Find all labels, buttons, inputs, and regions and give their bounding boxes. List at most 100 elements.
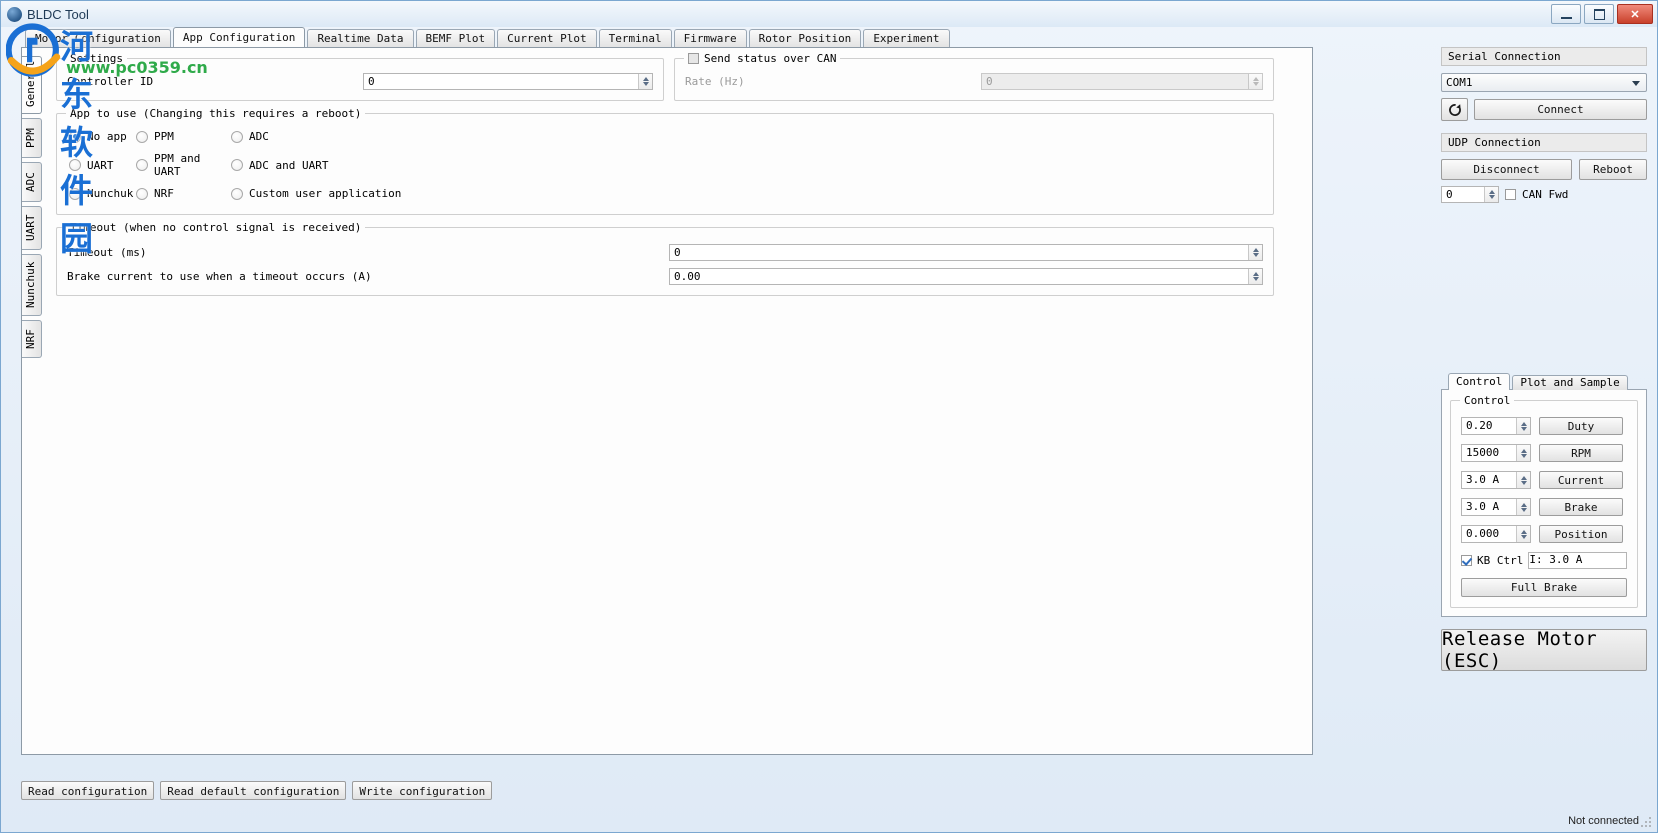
- rpm-spinbox[interactable]: 15000: [1461, 444, 1531, 462]
- radio-adc-and-uart-indicator[interactable]: [231, 159, 243, 171]
- title-bar: BLDC Tool ✕: [1, 1, 1657, 27]
- kb-current-spinbox[interactable]: I: 3.0 A: [1528, 552, 1627, 569]
- current-value[interactable]: 3.0 A: [1462, 472, 1516, 488]
- radio-nrf-indicator[interactable]: [136, 187, 148, 200]
- radio-ppm-and-uart-label: PPM and UART: [154, 152, 201, 178]
- tab-firmware[interactable]: Firmware: [673, 29, 747, 47]
- rpm-button[interactable]: RPM: [1539, 444, 1623, 462]
- radio-adc-and-uart[interactable]: ADC and UART: [231, 159, 328, 172]
- radio-ppm-and-uart-indicator[interactable]: [136, 159, 148, 171]
- timeout-brake-spinbox[interactable]: 0.00: [669, 268, 1263, 285]
- read-default-configuration-button[interactable]: Read default configuration: [160, 781, 347, 800]
- vtab-general[interactable]: General: [22, 56, 42, 114]
- radio-nunchuk[interactable]: Nunchuk: [69, 187, 136, 200]
- duty-value[interactable]: 0.20: [1462, 418, 1516, 434]
- vtab-nunchuk[interactable]: Nunchuk: [22, 254, 42, 316]
- connect-button[interactable]: Connect: [1474, 99, 1647, 120]
- controller-id-spinbox[interactable]: 0: [363, 73, 653, 90]
- kb-current-value[interactable]: I: 3.0 A: [1529, 553, 1582, 568]
- duty-spinbox[interactable]: 0.20: [1461, 417, 1531, 435]
- rpm-arrows[interactable]: [1516, 445, 1530, 461]
- can-title-label: Send status over CAN: [704, 52, 837, 65]
- brake-spinbox[interactable]: 3.0 A: [1461, 498, 1531, 516]
- reboot-button[interactable]: Reboot: [1579, 159, 1647, 180]
- position-value[interactable]: 0.000: [1462, 526, 1516, 542]
- close-button[interactable]: ✕: [1617, 4, 1653, 24]
- tab-realtime-data[interactable]: Realtime Data: [307, 29, 414, 47]
- position-spinbox[interactable]: 0.000: [1461, 525, 1531, 543]
- radio-adc[interactable]: ADC: [231, 130, 269, 143]
- radio-custom-user-application-indicator[interactable]: [231, 187, 243, 200]
- radio-custom-user-application[interactable]: Custom user application: [231, 187, 401, 200]
- udp-id-arrows[interactable]: [1484, 187, 1498, 202]
- radio-ppm-and-uart[interactable]: PPM and UART: [136, 152, 231, 178]
- vtab-uart[interactable]: UART: [22, 206, 42, 250]
- tab-experiment[interactable]: Experiment: [863, 29, 950, 47]
- position-arrows[interactable]: [1516, 526, 1530, 542]
- disconnect-button[interactable]: Disconnect: [1441, 159, 1572, 180]
- radio-ppm[interactable]: PPM: [136, 130, 231, 143]
- timeout-brake-value[interactable]: 0.00: [670, 269, 1248, 284]
- tab-plot-and-sample[interactable]: Plot and Sample: [1512, 375, 1628, 390]
- timeout-ms-arrows[interactable]: [1248, 245, 1262, 260]
- timeout-brake-arrows[interactable]: [1248, 269, 1262, 284]
- tab-motor-configuration[interactable]: Motor Configuration: [25, 29, 171, 47]
- control-group-title: Control: [1460, 394, 1515, 407]
- minimize-button[interactable]: [1551, 4, 1581, 24]
- radio-ppm-indicator[interactable]: [136, 130, 148, 143]
- udp-actions-row: Disconnect Reboot: [1441, 159, 1647, 180]
- tab-app-configuration[interactable]: App Configuration: [172, 27, 306, 47]
- radio-nrf-label: NRF: [154, 187, 174, 200]
- radio-no-app-indicator[interactable]: [69, 130, 81, 143]
- radio-adc-indicator[interactable]: [231, 130, 243, 143]
- tab-terminal[interactable]: Terminal: [598, 29, 672, 47]
- tab-current-plot[interactable]: Current Plot: [497, 29, 597, 47]
- read-configuration-button[interactable]: Read configuration: [21, 781, 155, 800]
- main-tabstrip: Motor Configuration App Configuration Re…: [1, 27, 1657, 47]
- vtab-adc[interactable]: ADC: [22, 162, 42, 202]
- current-arrows[interactable]: [1516, 472, 1530, 488]
- send-status-over-can-checkbox[interactable]: [688, 53, 699, 64]
- udp-id-value[interactable]: 0: [1442, 187, 1484, 202]
- position-button[interactable]: Position: [1539, 525, 1623, 543]
- vtab-nrf[interactable]: NRF: [22, 320, 42, 358]
- control-tabstrip: Control Plot and Sample: [1441, 373, 1647, 390]
- brake-button[interactable]: Brake: [1539, 498, 1623, 516]
- radio-nrf[interactable]: NRF: [136, 187, 231, 200]
- brake-arrows[interactable]: [1516, 499, 1530, 515]
- controller-id-value[interactable]: 0: [364, 74, 638, 89]
- radio-no-app-label: No app: [87, 130, 127, 143]
- resize-grip-icon[interactable]: [1641, 817, 1652, 828]
- tab-control[interactable]: Control: [1448, 373, 1511, 390]
- vtab-ppm[interactable]: PPM: [22, 118, 42, 158]
- serial-port-combobox[interactable]: COM1: [1441, 73, 1647, 92]
- full-brake-button[interactable]: Full Brake: [1461, 578, 1627, 597]
- brake-row: 3.0 A Brake: [1461, 498, 1627, 516]
- radio-uart-indicator[interactable]: [69, 159, 81, 171]
- rpm-value[interactable]: 15000: [1462, 445, 1516, 461]
- udp-id-spinbox[interactable]: 0: [1441, 186, 1499, 203]
- can-fwd-checkbox[interactable]: [1505, 189, 1516, 200]
- kb-ctrl-checkbox[interactable]: [1461, 555, 1472, 566]
- can-rate-spinbox: 0: [981, 73, 1263, 90]
- duty-button[interactable]: Duty: [1539, 417, 1623, 435]
- refresh-ports-button[interactable]: [1441, 98, 1468, 121]
- radio-nunchuk-indicator[interactable]: [69, 187, 81, 200]
- timeout-ms-value[interactable]: 0: [670, 245, 1248, 260]
- refresh-icon: [1448, 103, 1461, 116]
- write-configuration-button[interactable]: Write configuration: [352, 781, 493, 800]
- radio-uart[interactable]: UART: [69, 159, 136, 172]
- current-button[interactable]: Current: [1539, 471, 1623, 489]
- tab-rotor-position[interactable]: Rotor Position: [748, 29, 862, 47]
- kb-ctrl-label: KB Ctrl: [1477, 554, 1524, 567]
- release-motor-button[interactable]: Release Motor (ESC): [1441, 628, 1647, 672]
- app-option-row-1: No app PPM ADC: [69, 130, 1263, 143]
- maximize-button[interactable]: [1584, 4, 1614, 24]
- radio-no-app[interactable]: No app: [69, 130, 136, 143]
- timeout-ms-spinbox[interactable]: 0: [669, 244, 1263, 261]
- brake-value[interactable]: 3.0 A: [1462, 499, 1516, 515]
- current-spinbox[interactable]: 3.0 A: [1461, 471, 1531, 489]
- tab-bemf-plot[interactable]: BEMF Plot: [415, 29, 496, 47]
- controller-id-arrows[interactable]: [638, 74, 652, 89]
- duty-arrows[interactable]: [1516, 418, 1530, 434]
